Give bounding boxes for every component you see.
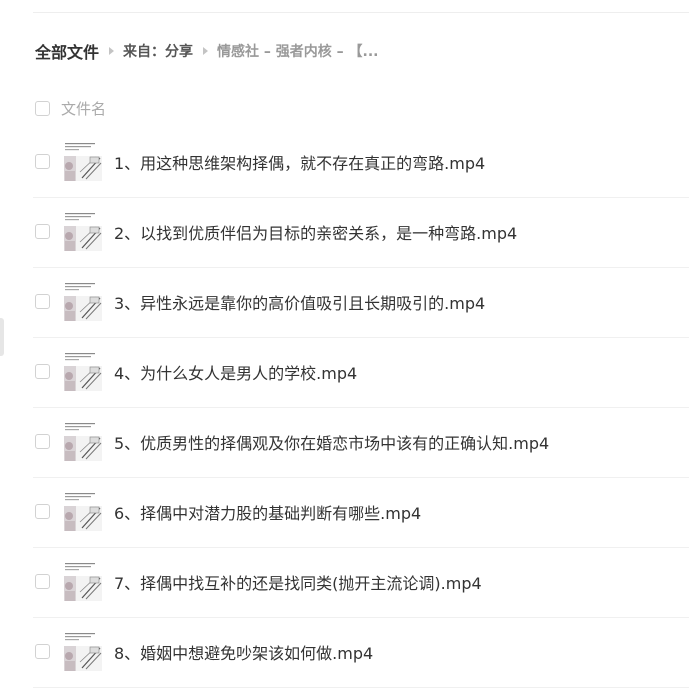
file-checkbox[interactable] [35, 294, 50, 309]
file-name[interactable]: 8、婚姻中想避免吵架该如何做.mp4 [114, 640, 373, 664]
file-row[interactable]: 5、优质男性的择偶观及你在婚恋市场中该有的正确认知.mp4 [33, 408, 689, 478]
breadcrumb-separator-icon [109, 47, 115, 55]
breadcrumb-root[interactable]: 全部文件 [35, 39, 99, 63]
file-checkbox[interactable] [35, 504, 50, 519]
breadcrumb: 全部文件 来自：分享 情感社 – 强者内核 – 【... [35, 38, 378, 64]
file-row[interactable]: 2、以找到优质伴侣为目标的亲密关系，是一种弯路.mp4 [33, 198, 689, 268]
video-thumbnail-icon[interactable] [62, 632, 104, 672]
video-thumbnail-icon[interactable] [62, 352, 104, 392]
video-thumbnail-icon[interactable] [62, 422, 104, 462]
file-name[interactable]: 1、用这种思维架构择偶，就不存在真正的弯路.mp4 [114, 150, 485, 174]
top-divider [33, 12, 689, 13]
file-row[interactable]: 3、异性永远是靠你的高价值吸引且长期吸引的.mp4 [33, 268, 689, 338]
breadcrumb-current-folder: 情感社 – 强者内核 – 【... [217, 44, 379, 60]
video-thumbnail-icon[interactable] [62, 142, 104, 182]
file-row[interactable]: 4、为什么女人是男人的学校.mp4 [33, 338, 689, 408]
file-checkbox[interactable] [35, 364, 50, 379]
file-checkbox[interactable] [35, 224, 50, 239]
video-thumbnail-icon[interactable] [62, 492, 104, 532]
file-list: 1、用这种思维架构择偶，就不存在真正的弯路.mp4 2、以找到优质伴侣为目标的亲… [0, 128, 689, 688]
file-row[interactable]: 7、择偶中找互补的还是找同类(抛开主流论调).mp4 [33, 548, 689, 618]
file-name[interactable]: 7、择偶中找互补的还是找同类(抛开主流论调).mp4 [114, 570, 482, 594]
file-name[interactable]: 5、优质男性的择偶观及你在婚恋市场中该有的正确认知.mp4 [114, 430, 549, 454]
video-thumbnail-icon[interactable] [62, 282, 104, 322]
list-header: 文件名 [35, 96, 106, 120]
file-name[interactable]: 4、为什么女人是男人的学校.mp4 [114, 360, 357, 384]
breadcrumb-separator-icon [203, 47, 209, 55]
file-row[interactable]: 6、择偶中对潜力股的基础判断有哪些.mp4 [33, 478, 689, 548]
file-name[interactable]: 3、异性永远是靠你的高价值吸引且长期吸引的.mp4 [114, 290, 485, 314]
file-name[interactable]: 2、以找到优质伴侣为目标的亲密关系，是一种弯路.mp4 [114, 220, 517, 244]
file-checkbox[interactable] [35, 644, 50, 659]
file-checkbox[interactable] [35, 574, 50, 589]
filename-column-header[interactable]: 文件名 [61, 98, 106, 119]
file-checkbox[interactable] [35, 434, 50, 449]
file-checkbox[interactable] [35, 154, 50, 169]
video-thumbnail-icon[interactable] [62, 562, 104, 602]
breadcrumb-shared-source[interactable]: 来自：分享 [123, 41, 193, 61]
file-row[interactable]: 8、婚姻中想避免吵架该如何做.mp4 [33, 618, 689, 688]
select-all-checkbox[interactable] [35, 100, 50, 116]
file-row[interactable]: 1、用这种思维架构择偶，就不存在真正的弯路.mp4 [33, 128, 689, 198]
video-thumbnail-icon[interactable] [62, 212, 104, 252]
file-browser-page: 全部文件 来自：分享 情感社 – 强者内核 – 【... 文件名 1、用这种思维… [0, 0, 689, 696]
file-name[interactable]: 6、择偶中对潜力股的基础判断有哪些.mp4 [114, 500, 421, 524]
